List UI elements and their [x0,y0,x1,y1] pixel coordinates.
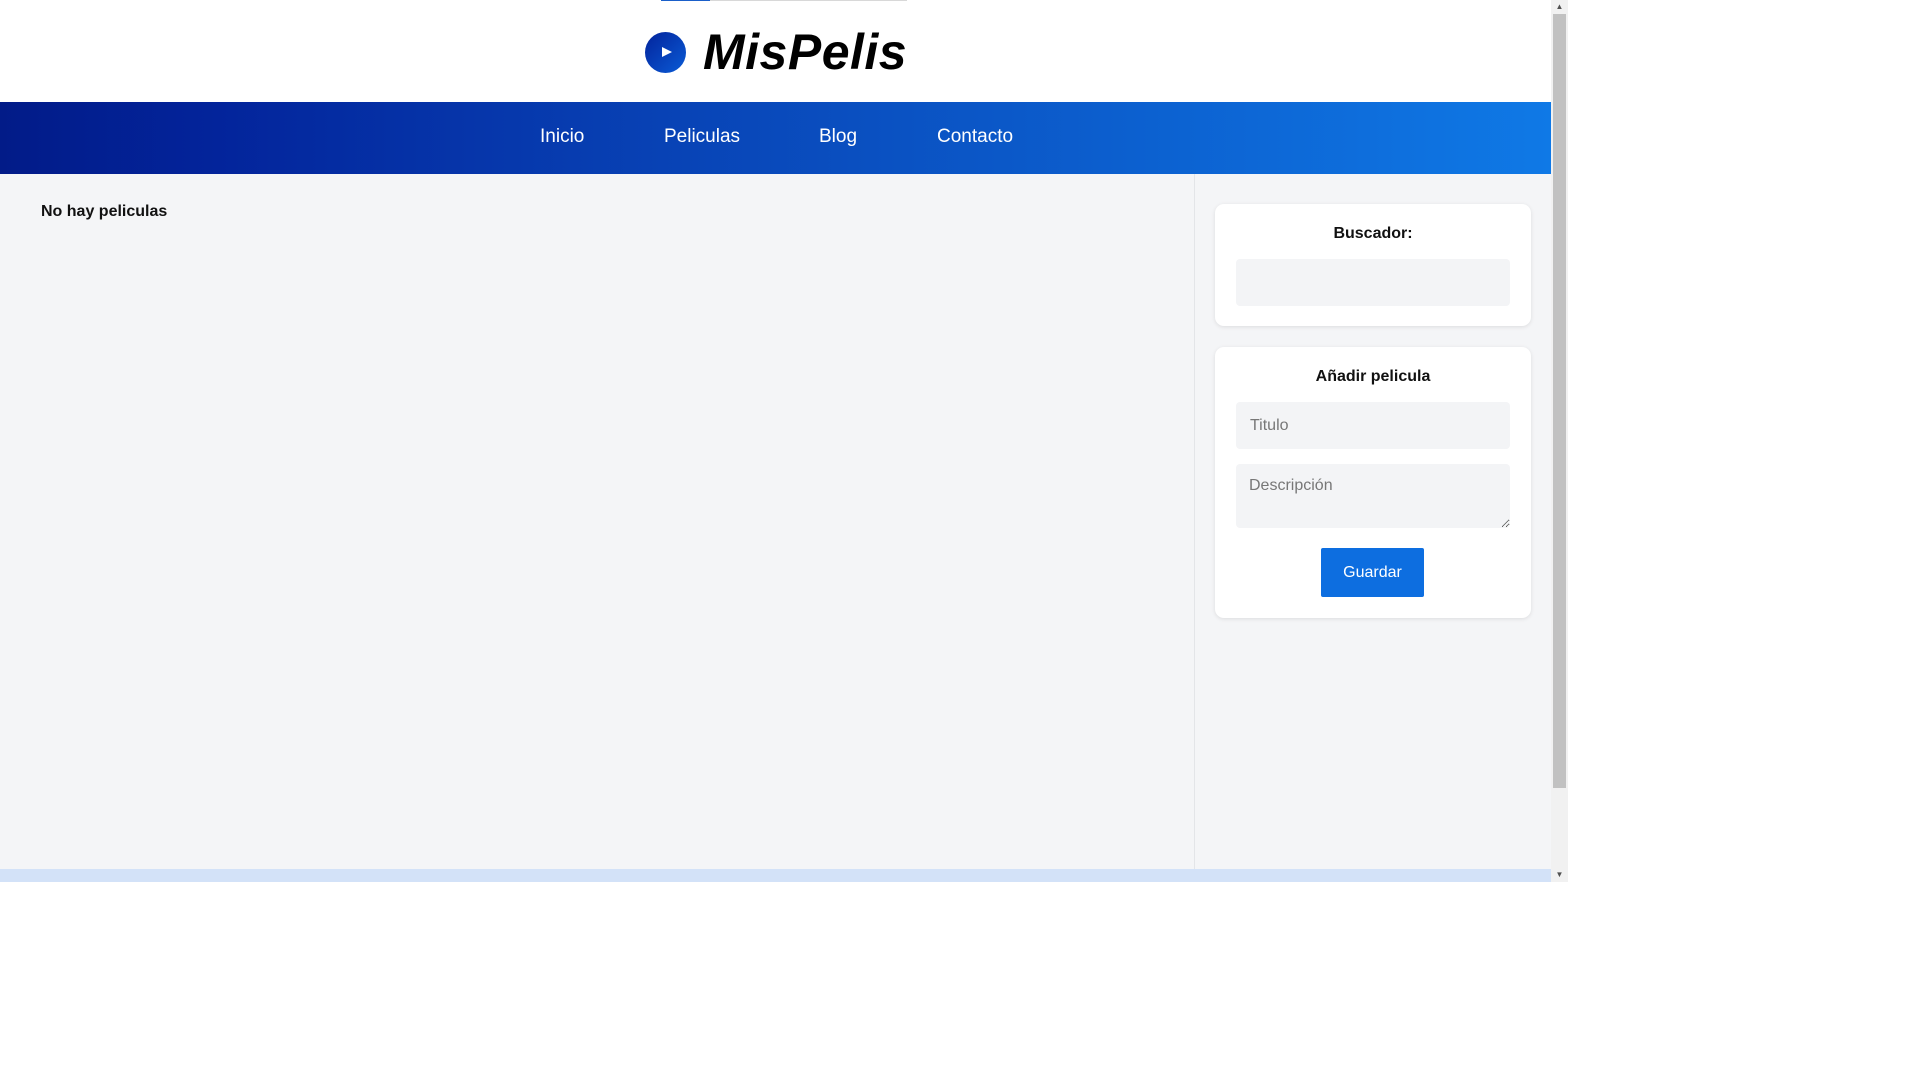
footer-band [0,869,1551,882]
top-divider-accent [661,0,710,1]
nav-item-peliculas[interactable]: Peliculas [664,102,740,174]
scroll-up-icon[interactable]: ▲ [1551,0,1568,14]
logo[interactable]: MisPelis [645,26,907,78]
add-movie-card: Añadir pelicula Guardar [1215,347,1531,618]
empty-movies-message: No hay peliculas [41,203,168,220]
vertical-scrollbar[interactable]: ▲ ▼ [1551,0,1568,882]
sidebar: Buscador: Añadir pelicula Guardar [1195,174,1551,869]
play-icon [645,31,686,73]
logo-text: MisPelis [703,24,908,80]
search-card: Buscador: [1215,204,1531,326]
add-movie-title: Añadir pelicula [1315,368,1431,385]
scroll-down-icon[interactable]: ▼ [1551,868,1568,882]
scroll-thumb[interactable] [1553,14,1566,788]
save-button[interactable]: Guardar [1321,548,1424,597]
main-nav: Inicio Peliculas Blog Contacto [0,102,1551,174]
movies-section [0,174,1194,869]
nav-item-contacto[interactable]: Contacto [937,102,1013,174]
search-title: Buscador: [1333,225,1413,242]
page: MisPelis Inicio Peliculas Blog Contacto … [0,0,1568,882]
movie-title-input[interactable] [1236,402,1510,449]
nav-item-inicio[interactable]: Inicio [540,102,584,174]
site-header: MisPelis [0,0,1551,102]
nav-item-blog[interactable]: Blog [819,102,857,174]
movie-description-textarea[interactable] [1236,464,1510,528]
search-input[interactable] [1236,259,1510,306]
